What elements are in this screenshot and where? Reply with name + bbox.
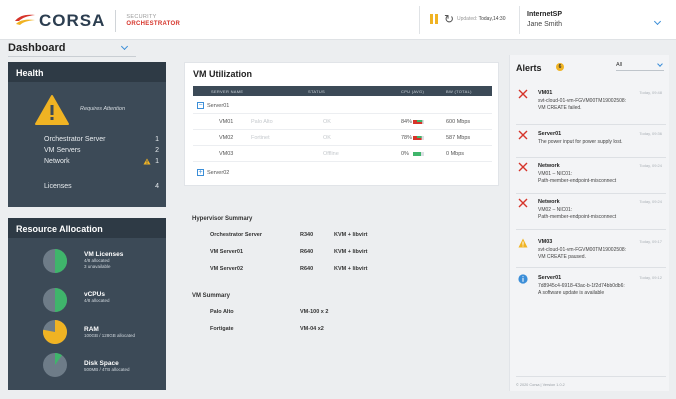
server02-row[interactable]: + Server02 — [193, 165, 492, 181]
corsa-logo-icon — [15, 14, 35, 25]
vm-utilization-title: VM Utilization — [193, 69, 252, 79]
disk-space-pie — [43, 353, 67, 377]
alerts-filter-select[interactable]: All — [616, 61, 664, 71]
cpu-bar-icon — [413, 136, 424, 140]
ram-info: RAM 100GB / 128GB allocated — [84, 326, 136, 338]
pie-allocated — [55, 288, 67, 312]
info-icon — [518, 274, 528, 284]
server01-row[interactable]: − Server01 — [193, 98, 492, 114]
server01-name: Server01 — [207, 103, 230, 109]
chevron-down-icon[interactable] — [120, 42, 129, 51]
vm-licenses-info: VM Licenses 4/8 allocated 3 unavailable — [84, 251, 124, 269]
expand-icon[interactable]: + — [197, 169, 204, 176]
tenant-selector[interactable]: InternetSP Jane Smith — [527, 11, 562, 28]
dashboard-underline — [8, 56, 136, 57]
chevron-down-icon — [657, 61, 663, 67]
cpu-bar-icon — [413, 152, 424, 156]
pie-allocated — [55, 249, 67, 273]
health-title: Health — [8, 62, 166, 82]
table-row[interactable]: VM01 Palo Alto OK 84% 600 Mbps — [193, 114, 492, 130]
resource-allocation-panel: Resource Allocation VM Licenses 4/8 allo… — [8, 218, 166, 390]
refresh-icon[interactable]: ↻ — [444, 12, 454, 26]
col-server-name: SERVER NAME — [211, 89, 244, 94]
health-status: Requires Attention — [80, 106, 126, 112]
corsa-logo: CORSA SECURITY ORCHESTRATOR — [14, 10, 180, 32]
alert-item[interactable]: Server01 Today, 09:12 7d8945c4-6918-43ac… — [516, 272, 666, 308]
error-x-icon — [518, 162, 528, 172]
vm-licenses-pie — [43, 249, 67, 273]
alerts-panel: Alerts 6 All VM01 Today, 09:48 svt-cloud… — [509, 55, 669, 391]
warning-icon — [518, 238, 528, 248]
header-divider — [419, 6, 420, 34]
pause-icon[interactable] — [430, 14, 438, 24]
dashboard-selector[interactable]: Dashboard — [8, 42, 65, 54]
vcpus-pie — [43, 288, 67, 312]
alerts-count-badge: 6 — [556, 63, 564, 71]
alert-item[interactable]: Network Today, 09:24 VM01 – NIC01: Path-m… — [516, 160, 666, 194]
col-bw: BW (TOTAL) — [446, 89, 472, 94]
vm-utilization-card: VM Utilization SERVER NAME STATUS CPU (A… — [184, 62, 499, 186]
vm-summary-title: VM Summary — [192, 293, 231, 299]
brand-name: CORSA — [39, 11, 106, 30]
health-row-orchestrator[interactable]: Orchestrator Server 1 — [44, 136, 159, 143]
error-x-icon — [518, 89, 528, 99]
user-name: Jane Smith — [527, 21, 563, 28]
health-row-licenses[interactable]: Licenses 4 — [44, 183, 159, 190]
hypervisor-summary-title: Hypervisor Summary — [192, 216, 253, 222]
logo-divider — [115, 10, 117, 32]
resource-allocation-title: Resource Allocation — [8, 218, 166, 238]
warning-icon — [143, 158, 151, 165]
table-row[interactable]: VM02 Fortinet OK 78% 587 Mbps — [193, 130, 492, 146]
summary-section: Hypervisor Summary Orchestrator Server R… — [192, 216, 368, 332]
chevron-down-icon[interactable] — [653, 17, 662, 26]
footer-divider — [516, 376, 666, 377]
vcpus-info: vCPUs 4/8 allocated — [84, 291, 110, 303]
table-row[interactable]: VM03 Offline 0% 0 Mbps — [193, 146, 492, 162]
ram-pie — [43, 320, 67, 344]
col-status: STATUS — [308, 89, 325, 94]
vm-table-header: SERVER NAME STATUS CPU (AVG) BW (TOTAL) — [193, 86, 492, 96]
alert-item[interactable]: Network Today, 09:24 VM02 – NIC01: Path-m… — [516, 196, 666, 230]
cpu-bar-icon — [413, 120, 424, 124]
tenant-name: InternetSP — [527, 11, 563, 18]
disk-space-info: Disk Space 500MB / 4TB allocated — [84, 360, 130, 372]
last-updated: Updated: Today,14:30 — [457, 16, 506, 22]
alert-item[interactable]: VM01 Today, 09:48 svt-cloud-01-vm-FGVM00… — [516, 87, 666, 125]
footer-version: © 2020 Corsa | Version 1.0.2 — [516, 383, 565, 387]
health-row-network[interactable]: Network 1 — [44, 158, 159, 165]
alerts-title: Alerts — [516, 63, 542, 73]
top-bar: CORSA SECURITY ORCHESTRATOR ↻ Updated: T… — [0, 0, 676, 40]
error-x-icon — [518, 198, 528, 208]
health-panel: Health Requires Attention Orchestrator S… — [8, 62, 166, 207]
alert-item[interactable]: Server01 Today, 09:36 The power input fo… — [516, 128, 666, 158]
product-name: SECURITY ORCHESTRATOR — [126, 14, 181, 27]
warning-icon — [35, 95, 69, 125]
error-x-icon — [518, 130, 528, 140]
collapse-icon[interactable]: − — [197, 102, 204, 109]
header-divider — [519, 6, 520, 34]
server02-name: Server02 — [207, 170, 230, 176]
alert-item[interactable]: VM03 Today, 09:17 svt-cloud-01-vm-FGVM00… — [516, 236, 666, 268]
col-cpu: CPU (AVG) — [401, 89, 425, 94]
health-row-vm-servers[interactable]: VM Servers 2 — [44, 147, 159, 154]
